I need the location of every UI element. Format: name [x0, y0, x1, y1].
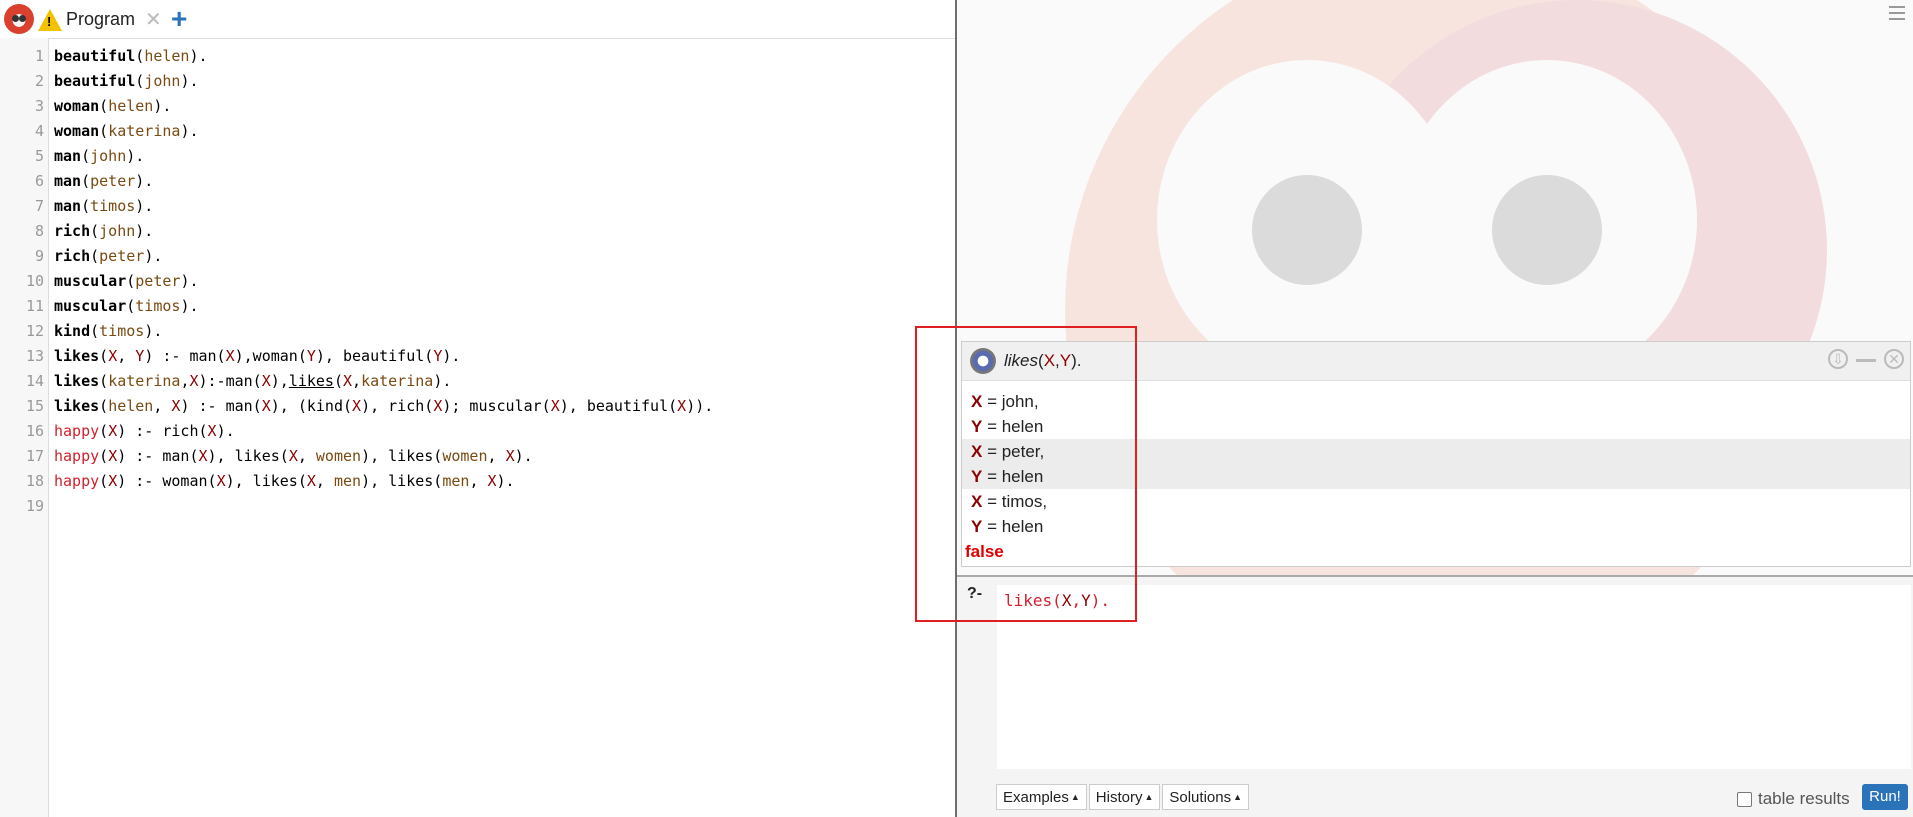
line-number: 11 — [25, 297, 44, 315]
run-button[interactable]: Run! — [1862, 784, 1908, 810]
swish-logo-icon[interactable] — [4, 4, 34, 34]
code-text: happy(X) :- woman(X), likes(X, men), lik… — [54, 472, 515, 490]
menu-icon[interactable] — [1889, 6, 1905, 20]
code-text: beautiful(helen). — [54, 47, 208, 65]
code-text: rich(john). — [54, 222, 154, 240]
answer-row: X = peter, — [962, 439, 1910, 464]
answer-row: X = john, — [971, 392, 1039, 411]
code-text: muscular(peter). — [54, 272, 199, 290]
line-number: 6 — [34, 172, 44, 190]
table-results-checkbox[interactable] — [1737, 791, 1752, 807]
line-number: 12 — [25, 322, 44, 340]
examples-button[interactable]: Examples ▲ — [996, 784, 1087, 810]
code-text: kind(timos). — [54, 322, 163, 340]
answer-row: Y = helen — [971, 517, 1044, 536]
program-editor-pane: Program ✕ + 1 beautiful(helen). 2 beautiful… — [0, 0, 955, 817]
tab-bar: Program ✕ + — [0, 0, 955, 39]
add-tab-icon[interactable]: + — [171, 2, 187, 36]
warning-icon — [38, 8, 62, 31]
code-text: rich(peter). — [54, 247, 163, 265]
tab-program[interactable]: Program ✕ — [38, 2, 162, 37]
code-text: muscular(timos). — [54, 297, 199, 315]
close-icon[interactable]: ✕ — [1884, 349, 1904, 369]
answer-result: false — [965, 542, 1004, 561]
code-text: likes(helen, X) :- man(X), (kind(X), ric… — [54, 397, 714, 415]
query-pane: likes(X,Y). ⇩ ✕ X = john, Y = helen X = pe… — [957, 0, 1913, 817]
line-number: 19 — [25, 497, 44, 515]
code-text: happy(X) :- rich(X). — [54, 422, 235, 440]
code-text: woman(helen). — [54, 97, 172, 115]
solutions-button[interactable]: Solutions ▲ — [1162, 784, 1250, 810]
line-number: 4 — [34, 122, 44, 140]
gear-icon[interactable] — [970, 348, 996, 374]
close-icon[interactable]: ✕ — [145, 7, 162, 32]
minimize-icon[interactable] — [1856, 359, 1876, 362]
answer-header: likes(X,Y). ⇩ ✕ — [962, 342, 1910, 381]
query-prompt: ?- — [967, 585, 983, 602]
tab-label: Program — [66, 9, 136, 29]
line-number: 10 — [25, 272, 44, 290]
query-text: likes(X,Y). — [1004, 591, 1110, 610]
code-text: man(timos). — [54, 197, 154, 215]
query-editor[interactable]: likes(X,Y). — [997, 585, 1911, 769]
code-text: man(john). — [54, 147, 145, 165]
history-button[interactable]: History ▲ — [1088, 784, 1161, 810]
line-number: 7 — [34, 197, 44, 215]
line-number: 14 — [25, 372, 44, 390]
download-icon[interactable]: ⇩ — [1828, 349, 1848, 369]
line-number: 18 — [25, 472, 44, 490]
line-number: 13 — [25, 347, 44, 365]
line-number: 5 — [34, 147, 44, 165]
line-number: 17 — [25, 447, 44, 465]
code-text: likes(X, Y) :- man(X),woman(Y), beautifu… — [54, 347, 461, 365]
line-number: 8 — [34, 222, 44, 240]
answer-row: Y = helen — [962, 464, 1910, 489]
line-number: 1 — [34, 47, 44, 65]
code-text: beautiful(john). — [54, 72, 199, 90]
line-number: 2 — [34, 72, 44, 90]
answer-list: X = john, Y = helen X = peter, Y = helen X =… — [962, 389, 1910, 564]
line-number: 16 — [25, 422, 44, 440]
line-number: 9 — [34, 247, 44, 265]
table-results-toggle[interactable]: table results — [1737, 789, 1850, 809]
query-title: likes(X,Y). — [1004, 351, 1082, 370]
code-text: likes(katerina,X):-man(X),likes(X,kateri… — [54, 372, 452, 390]
code-text: happy(X) :- man(X), likes(X, women), lik… — [54, 447, 533, 465]
code-text: man(peter). — [54, 172, 154, 190]
code-text: woman(katerina). — [54, 122, 199, 140]
line-number: 3 — [34, 97, 44, 115]
answer-row: X = timos, — [971, 492, 1048, 511]
query-input-area: ?- likes(X,Y). Examples ▲ History ▲ Soluti… — [957, 575, 1913, 817]
answer-row: Y = helen — [971, 417, 1044, 436]
line-number: 15 — [25, 397, 44, 415]
answer-panel: likes(X,Y). ⇩ ✕ X = john, Y = helen X = pe… — [961, 341, 1911, 567]
